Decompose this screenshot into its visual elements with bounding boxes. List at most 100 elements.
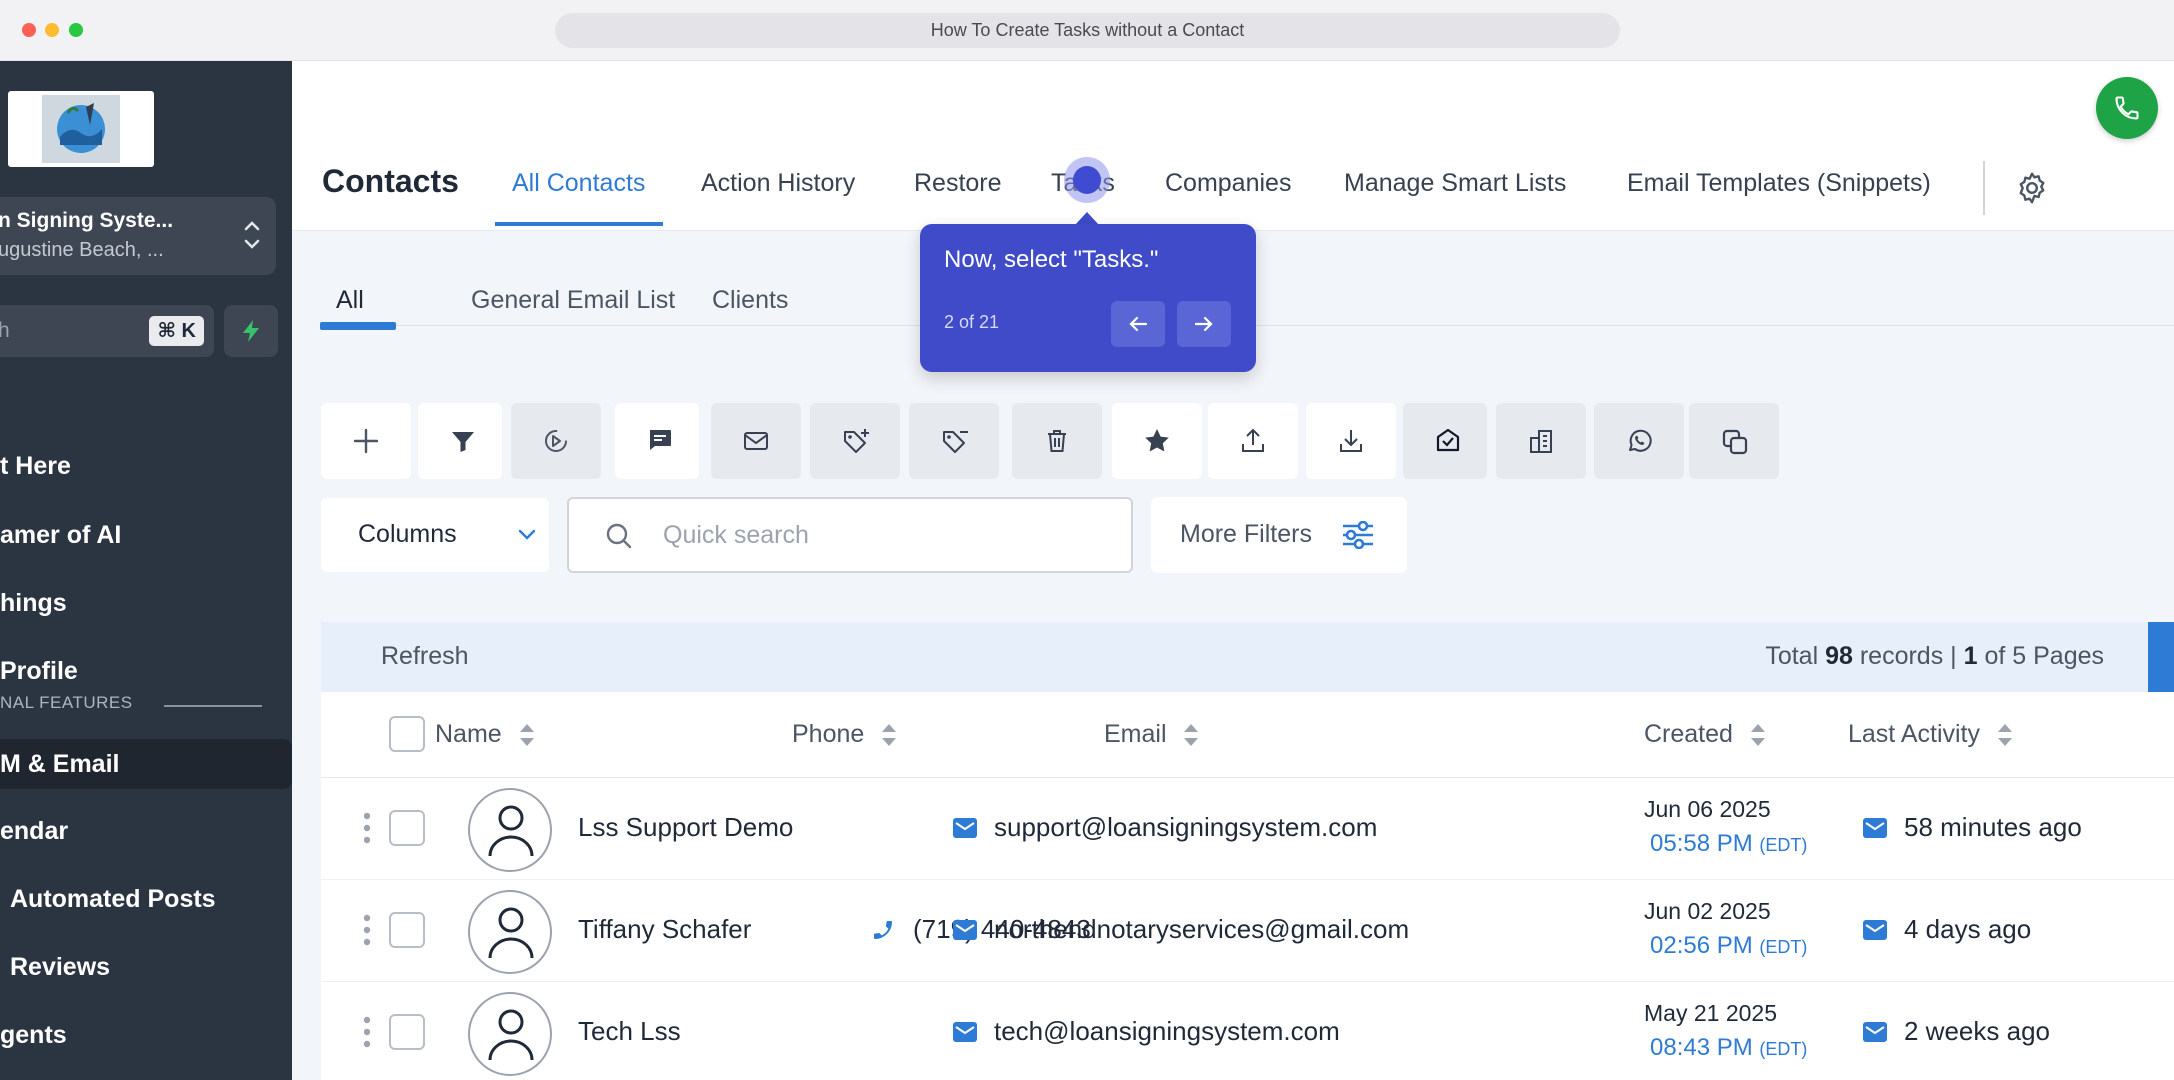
add-tag-button[interactable] [810,403,900,479]
minimize-window-button[interactable] [45,23,59,37]
gear-icon[interactable] [2014,170,2050,206]
remove-tag-icon [943,431,968,453]
tab-all-contacts[interactable]: All Contacts [512,169,645,198]
star-button[interactable] [1112,403,1202,479]
close-window-button[interactable] [22,23,36,37]
add-to-workflow-button[interactable] [511,403,601,479]
active-tab-indicator [495,222,663,226]
avatar[interactable] [468,890,552,974]
company-logo[interactable] [8,91,154,167]
add-to-company-button[interactable] [1496,403,1586,479]
row-checkbox[interactable] [389,912,425,948]
tour-next-button[interactable] [1177,301,1231,347]
contact-name[interactable]: Tiffany Schafer [578,914,751,945]
more-vertical-icon[interactable] [363,1016,371,1048]
column-header-name[interactable]: Name [435,720,537,750]
avatar[interactable] [468,992,552,1076]
more-vertical-icon[interactable] [363,914,371,946]
tab-companies[interactable]: Companies [1165,169,1291,198]
whatsapp-button[interactable] [1594,403,1684,479]
import-button[interactable] [1306,403,1396,479]
sidebar-item-automated-posts[interactable]: Automated Posts [0,874,292,924]
quick-actions-button[interactable] [224,305,278,357]
tab-manage-smart-lists[interactable]: Manage Smart Lists [1344,169,1566,198]
row-checkbox[interactable] [389,810,425,846]
remove-tag-button[interactable] [909,403,999,479]
column-header-phone[interactable]: Phone [792,720,899,750]
import-icon [1340,430,1362,452]
tour-step-counter: 2 of 21 [944,312,1000,332]
total-label: Total [1765,642,1819,670]
top-navigation: Contacts All Contacts Action History Res… [292,61,2174,231]
sidebar-item-label: t Here [0,452,71,480]
sidebar-item-crm-email[interactable]: M & Email [0,739,292,789]
contact-email[interactable]: support@loansigningsystem.com [994,812,1377,843]
sidebar-item-reviews[interactable]: Reviews [0,942,292,992]
export-button[interactable] [1208,403,1298,479]
select-all-checkbox[interactable] [389,716,425,752]
contact-name[interactable]: Lss Support Demo [578,812,793,843]
sidebar-item-signings[interactable]: hings [0,578,292,628]
table-row[interactable]: Lss Support Demo support@loansigningsyst… [321,778,2174,880]
refresh-button[interactable]: Refresh [381,642,469,671]
filter-button[interactable] [418,403,502,479]
header-label: Last Activity [1848,720,1980,748]
sort-icon [519,724,534,747]
row-checkbox[interactable] [389,1014,425,1050]
tab-email-templates[interactable]: Email Templates (Snippets) [1627,169,1931,198]
sidebar-item-label: Profile [0,657,78,685]
subtab-general-email-list[interactable]: General Email List [471,286,675,315]
tab-action-history[interactable]: Action History [701,169,855,198]
tour-hotspot[interactable] [1064,157,1110,203]
sidebar-search-placeholder: h [0,319,10,342]
table-row[interactable]: Tech Lss tech@loansigningsystem.com May … [321,982,2174,1080]
column-header-created[interactable]: Created [1644,720,1768,750]
tour-prev-button[interactable] [1111,301,1165,347]
main-content: Contacts All Contacts Action History Res… [292,61,2174,1080]
columns-dropdown[interactable]: Columns [321,498,549,572]
avatar[interactable] [468,788,552,872]
sidebar-item-profile[interactable]: Profile [0,646,292,696]
sidebar-item-launchpad[interactable]: t Here [0,441,292,491]
table-row[interactable]: Tiffany Schafer (719) 440-4843 northendn… [321,880,2174,982]
call-button[interactable] [2096,77,2158,139]
contact-email[interactable]: tech@loansigningsystem.com [994,1016,1340,1047]
send-sms-button[interactable] [615,403,699,479]
more-filters-button[interactable]: More Filters [1151,497,1407,573]
tour-message: Now, select "Tasks." [944,246,1159,273]
sidebar-item-ai[interactable]: amer of AI [0,510,292,560]
last-activity: 4 days ago [1904,914,2032,944]
created-time: 05:58 PM (EDT) [1650,830,1807,858]
phone-icon [2115,96,2139,120]
send-email-button[interactable] [711,403,801,479]
contact-email[interactable]: northendnotaryservices@gmail.com [994,914,1409,945]
subtab-clients[interactable]: Clients [712,286,788,315]
columns-label: Columns [358,520,457,548]
account-name: n Signing Syste... [0,209,174,232]
time-value: 08:43 PM [1650,1034,1753,1061]
column-header-email[interactable]: Email [1104,720,1201,750]
side-panel-toggle[interactable] [2148,622,2174,692]
subtab-all[interactable]: All [336,286,364,315]
add-contact-button[interactable] [321,403,411,479]
more-vertical-icon[interactable] [363,812,371,844]
verify-email-button[interactable] [1403,403,1487,479]
quick-search-input[interactable] [663,517,1103,553]
sidebar-item-agents[interactable]: gents [0,1010,292,1060]
contact-name[interactable]: Tech Lss [578,1016,681,1047]
header-label: Created [1644,720,1733,748]
account-switcher[interactable]: n Signing Syste... ugustine Beach, ... [0,197,276,275]
column-header-last-activity[interactable]: Last Activity [1848,720,2015,750]
timezone: (EDT) [1759,835,1808,855]
quick-search-box[interactable] [567,497,1133,573]
address-bar[interactable]: How To Create Tasks without a Contact [555,13,1620,48]
merge-button[interactable] [1689,403,1779,479]
delete-button[interactable] [1012,403,1102,479]
total-count: 98 [1825,642,1853,670]
sidebar-search[interactable]: h ⌘ K [0,305,214,357]
tab-restore[interactable]: Restore [914,169,1002,198]
maximize-window-button[interactable] [69,23,83,37]
sidebar-item-calendar[interactable]: endar [0,806,292,856]
chevron-down-icon [518,529,536,540]
header-label: Name [435,720,502,748]
